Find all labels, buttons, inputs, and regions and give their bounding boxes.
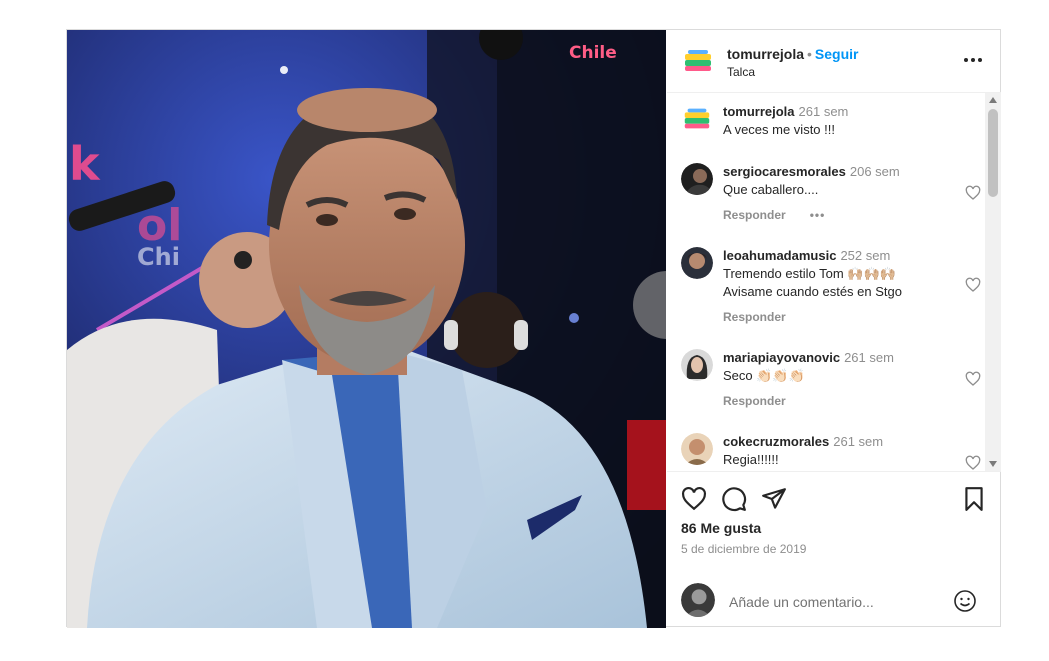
reply-button[interactable]: Responder xyxy=(723,392,958,410)
comment-body: leoahumadamusic 252 sem Tremendo estilo T… xyxy=(723,247,958,326)
svg-text:Chi: Chi xyxy=(137,243,180,271)
comment-body: tomurrejola 261 sem A veces me visto !!! xyxy=(723,103,958,139)
instagram-post: k ol Chi Chile tomurrejola • Seguir Talc… xyxy=(66,29,1001,628)
comment-username[interactable]: tomurrejola xyxy=(723,104,795,119)
post-photo-illustration: k ol Chi Chile xyxy=(67,30,666,628)
author-line: tomurrejola • Seguir xyxy=(727,46,859,62)
comment-text: Tremendo estilo Tom 🙌🏼🙌🏼🙌🏼 xyxy=(723,266,896,281)
reply-button[interactable]: Responder xyxy=(723,308,958,326)
more-options-icon[interactable] xyxy=(963,54,983,66)
heart-icon[interactable] xyxy=(965,277,981,293)
post-actions: 86 Me gusta 5 de diciembre de 2019 xyxy=(667,471,1001,627)
post-header: tomurrejola • Seguir Talca xyxy=(667,30,1001,93)
viewer-avatar xyxy=(681,583,715,617)
share-icon[interactable] xyxy=(761,486,787,512)
comment-username[interactable]: sergiocaresmorales xyxy=(723,164,846,179)
comment-avatar-photo xyxy=(681,247,713,279)
likes-count[interactable]: 86 Me gusta xyxy=(681,520,761,536)
comment-time: 206 sem xyxy=(849,164,900,179)
comment-input[interactable] xyxy=(727,593,951,611)
comment-more-icon[interactable]: ••• xyxy=(810,208,826,222)
comments-scrollbar[interactable] xyxy=(985,93,1001,471)
comment-text-line-2: Avisame cuando estés en Stgo xyxy=(723,284,902,299)
comment-text: A veces me visto !!! xyxy=(723,122,835,137)
reply-button[interactable]: Responder xyxy=(723,208,786,222)
bookmark-icon[interactable] xyxy=(961,486,987,512)
header-separator: • xyxy=(807,46,812,62)
add-comment-bar xyxy=(667,575,1001,627)
author-avatar[interactable] xyxy=(681,44,715,78)
comment-body: cokecruzmorales 261 sem Regia!!!!!! xyxy=(723,433,958,469)
comment-avatar[interactable] xyxy=(681,349,713,381)
comment-icon[interactable] xyxy=(721,486,747,512)
post-side-panel: tomurrejola • Seguir Talca tomurrejola 2… xyxy=(667,30,1001,626)
comment-time: 261 sem xyxy=(833,434,884,449)
comment-avatar[interactable] xyxy=(681,103,713,135)
comment-avatar[interactable] xyxy=(681,433,713,465)
comment-time: 261 sem xyxy=(844,350,894,365)
reply-row: Responder ••• xyxy=(723,206,958,224)
scrollbar-thumb[interactable] xyxy=(988,109,998,197)
comment-username[interactable]: mariapiayovanovic xyxy=(723,350,840,365)
comment-username[interactable]: leoahumadamusic xyxy=(723,248,836,263)
comment-time: 261 sem xyxy=(798,104,849,119)
comment-avatar-photo xyxy=(681,433,713,465)
comment-avatar-logo xyxy=(681,103,713,135)
scroll-down-icon[interactable] xyxy=(989,461,997,467)
comment-avatar[interactable] xyxy=(681,163,713,195)
comment-avatar[interactable] xyxy=(681,247,713,279)
heart-icon[interactable] xyxy=(965,371,981,387)
scroll-up-icon[interactable] xyxy=(989,97,997,103)
emoji-icon[interactable] xyxy=(953,589,977,613)
author-avatar-logo xyxy=(681,44,715,78)
comment-text: Que caballero.... xyxy=(723,182,819,197)
comments-list[interactable]: tomurrejola 261 sem A veces me visto !!! … xyxy=(667,93,1001,471)
comment-avatar-photo xyxy=(681,349,713,381)
follow-button[interactable]: Seguir xyxy=(815,46,859,62)
comment-text: Seco 👏🏻👏🏻👏🏻 xyxy=(723,368,805,383)
post-date: 5 de diciembre de 2019 xyxy=(681,542,807,556)
comment-avatar-photo xyxy=(681,163,713,195)
heart-icon[interactable] xyxy=(965,455,981,471)
comment-time: 252 sem xyxy=(840,248,891,263)
heart-icon[interactable] xyxy=(965,185,981,201)
comment-body: mariapiayovanovic 261 sem Seco 👏🏻👏🏻👏🏻 Res… xyxy=(723,349,958,410)
like-heart-icon[interactable] xyxy=(681,486,707,512)
comment-text: Regia!!!!!! xyxy=(723,452,779,467)
comment-username[interactable]: cokecruzmorales xyxy=(723,434,829,449)
author-username[interactable]: tomurrejola xyxy=(727,46,804,62)
comment-body: sergiocaresmorales 206 sem Que caballero.… xyxy=(723,163,958,224)
media-logo-text: Chile xyxy=(569,43,617,63)
post-location[interactable]: Talca xyxy=(727,65,755,79)
viewer-avatar-photo xyxy=(681,583,715,617)
post-photo[interactable]: k ol Chi Chile xyxy=(67,30,666,628)
svg-text:k: k xyxy=(69,137,101,191)
